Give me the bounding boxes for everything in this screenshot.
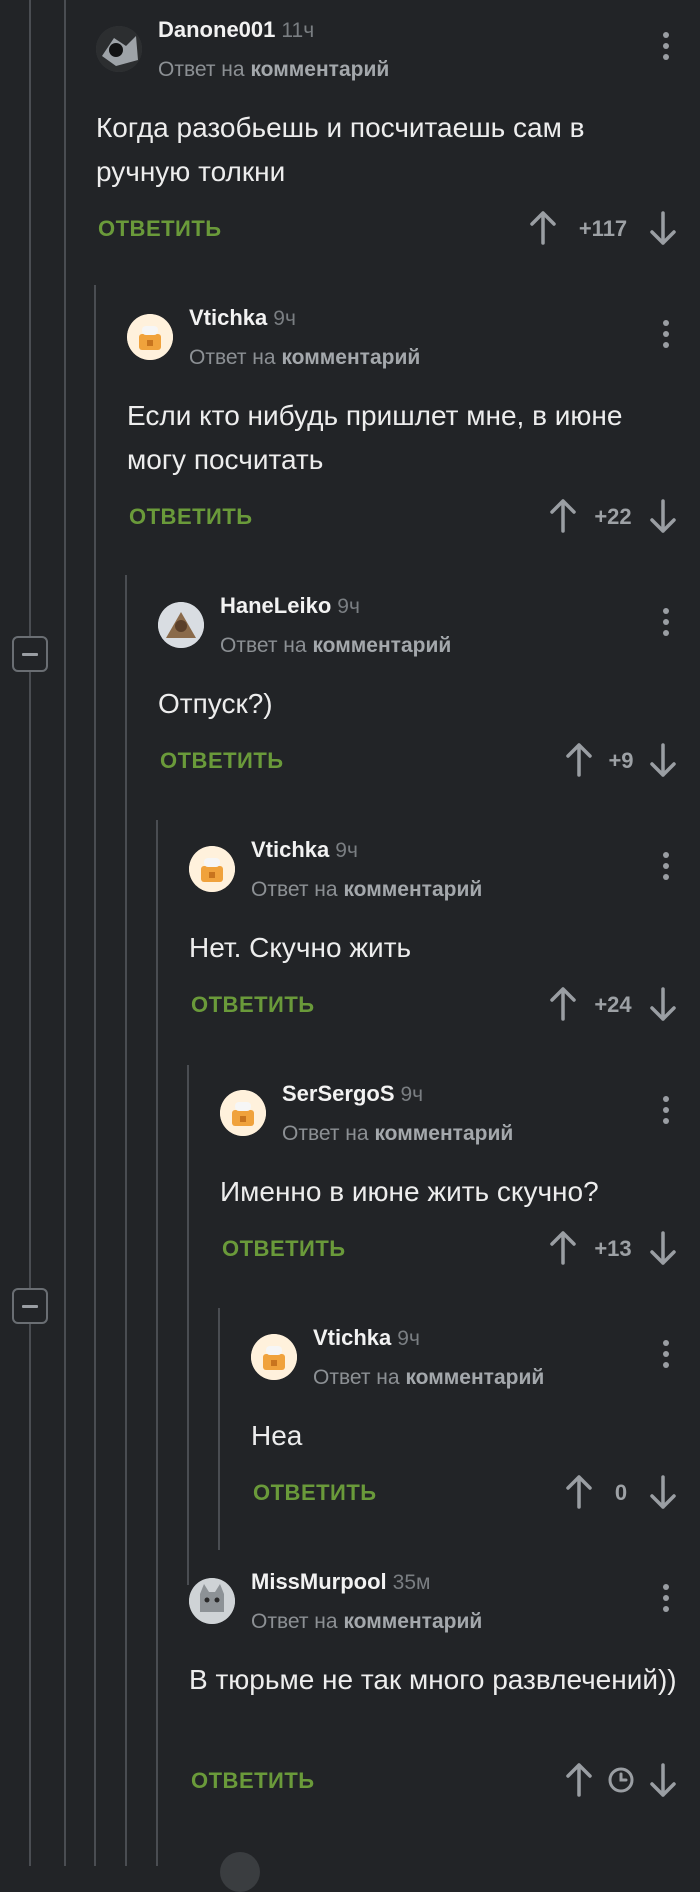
more-vertical-icon[interactable] xyxy=(662,608,670,638)
comment-author[interactable]: Vtichka 9ч xyxy=(251,837,358,863)
arrow-up-icon[interactable] xyxy=(564,1474,594,1510)
thread-line xyxy=(125,575,127,1866)
reply-button[interactable]: ОТВЕТИТЬ xyxy=(191,992,315,1018)
arrow-up-icon[interactable] xyxy=(548,1230,578,1266)
reply-to-link[interactable]: Ответ на комментарий xyxy=(313,1366,544,1390)
arrow-down-icon[interactable] xyxy=(648,1230,678,1266)
comment-text: Если кто нибудь пришлет мне, в июне могу… xyxy=(127,400,623,475)
reply-button[interactable]: ОТВЕТИТЬ xyxy=(160,748,284,774)
arrow-up-icon[interactable] xyxy=(528,210,558,246)
avatar[interactable] xyxy=(96,26,142,72)
vote-score: +9 xyxy=(608,748,634,773)
comment-time: 9ч xyxy=(273,307,296,330)
comment-time: 9ч xyxy=(335,839,358,862)
vote-controls: +9 xyxy=(564,742,678,782)
comment-author[interactable]: MissMurpool 35м xyxy=(251,1569,430,1595)
vote-score: 0 xyxy=(614,1480,628,1505)
vote-score: +13 xyxy=(594,1236,632,1261)
arrow-down-icon[interactable] xyxy=(648,1762,678,1798)
arrow-down-icon[interactable] xyxy=(648,742,678,778)
comment-author[interactable]: Vtichka 9ч xyxy=(189,305,296,331)
avatar[interactable] xyxy=(251,1334,297,1380)
arrow-up-icon[interactable] xyxy=(564,1762,594,1798)
comment-text: Именно в июне жить скучно? xyxy=(220,1176,599,1207)
vote-controls: +24 xyxy=(548,986,678,1026)
reply-to-link[interactable]: Ответ на комментарий xyxy=(282,1122,513,1146)
arrow-down-icon[interactable] xyxy=(648,986,678,1022)
vote-controls: +117 xyxy=(528,210,678,250)
comment-time: 11ч xyxy=(281,19,315,42)
reply-to-link[interactable]: Ответ на комментарий xyxy=(220,634,451,658)
comment-text: Отпуск?) xyxy=(158,688,273,719)
avatar[interactable] xyxy=(189,1578,235,1624)
comment-time: 35м xyxy=(392,1571,431,1594)
comment: MissMurpool 35м Ответ на комментарий В тю… xyxy=(189,1552,700,1797)
vote-score: +22 xyxy=(594,504,632,529)
comment-author[interactable]: SerSergoS 9ч xyxy=(282,1081,423,1107)
vote-score: +24 xyxy=(594,992,632,1017)
thread-line xyxy=(94,285,96,1866)
collapse-thread-button[interactable] xyxy=(12,1288,48,1324)
arrow-up-icon[interactable] xyxy=(548,498,578,534)
comment-time: 9ч xyxy=(400,1083,424,1106)
reply-button[interactable]: ОТВЕТИТЬ xyxy=(191,1768,315,1794)
thread-line xyxy=(156,820,158,1866)
comment-author[interactable]: HaneLeiko 9ч xyxy=(220,593,360,619)
comment: Vtichka 9ч Ответ на комментарий Нет. Скуч… xyxy=(189,820,700,1021)
comment-time: 9ч xyxy=(397,1327,420,1350)
clock-icon xyxy=(608,1767,634,1793)
thread-line xyxy=(64,0,66,1866)
more-vertical-icon[interactable] xyxy=(662,320,670,350)
more-vertical-icon[interactable] xyxy=(662,1340,670,1370)
vote-controls: +13 xyxy=(548,1230,678,1270)
more-vertical-icon[interactable] xyxy=(662,1584,670,1614)
comment-text: Нет. Скучно жить xyxy=(189,932,412,963)
comment: SerSergoS 9ч Ответ на комментарий Именно … xyxy=(220,1064,700,1265)
avatar[interactable] xyxy=(127,314,173,360)
thread-line xyxy=(187,1065,189,1585)
vote-controls: 0 xyxy=(564,1474,678,1514)
vote-controls xyxy=(564,1762,678,1802)
reply-button[interactable]: ОТВЕТИТЬ xyxy=(129,504,253,530)
more-vertical-icon[interactable] xyxy=(662,32,670,62)
avatar[interactable] xyxy=(189,846,235,892)
comment-text: Неа xyxy=(251,1420,303,1451)
comment: Danone001 11ч Ответ на комментарий Когда … xyxy=(96,0,700,245)
arrow-down-icon[interactable] xyxy=(648,210,678,246)
vote-controls: +22 xyxy=(548,498,678,538)
thread-line xyxy=(29,0,31,1866)
avatar[interactable] xyxy=(158,602,204,648)
reply-button[interactable]: ОТВЕТИТЬ xyxy=(222,1236,346,1262)
comment: Vtichka 9ч Ответ на комментарий Неа ОТВЕТ… xyxy=(251,1308,700,1509)
avatar[interactable] xyxy=(220,1090,266,1136)
next-comment-partial xyxy=(220,1852,260,1892)
arrow-up-icon[interactable] xyxy=(548,986,578,1022)
reply-to-link[interactable]: Ответ на комментарий xyxy=(189,346,420,370)
thread-line xyxy=(218,1308,220,1550)
vote-score: +117 xyxy=(578,216,628,241)
more-vertical-icon[interactable] xyxy=(662,852,670,882)
arrow-down-icon[interactable] xyxy=(648,1474,678,1510)
comment-text: Когда разобьешь и посчитаешь сам в ручну… xyxy=(96,112,585,187)
reply-to-link[interactable]: Ответ на комментарий xyxy=(158,58,389,82)
reply-to-link[interactable]: Ответ на комментарий xyxy=(251,878,482,902)
comment-author[interactable]: Danone001 11ч xyxy=(158,17,314,43)
collapse-thread-button[interactable] xyxy=(12,636,48,672)
more-vertical-icon[interactable] xyxy=(662,1096,670,1126)
reply-button[interactable]: ОТВЕТИТЬ xyxy=(98,216,222,242)
avatar xyxy=(220,1852,260,1892)
comment: Vtichka 9ч Ответ на комментарий Если кто … xyxy=(127,288,700,533)
comment-author[interactable]: Vtichka 9ч xyxy=(313,1325,420,1351)
comment-text: В тюрьме не так много развлечений)) xyxy=(189,1664,677,1695)
comment: HaneLeiko 9ч Ответ на комментарий Отпуск?… xyxy=(158,576,700,777)
reply-to-link[interactable]: Ответ на комментарий xyxy=(251,1610,482,1634)
reply-button[interactable]: ОТВЕТИТЬ xyxy=(253,1480,377,1506)
comment-time: 9ч xyxy=(337,595,360,618)
arrow-up-icon[interactable] xyxy=(564,742,594,778)
arrow-down-icon[interactable] xyxy=(648,498,678,534)
